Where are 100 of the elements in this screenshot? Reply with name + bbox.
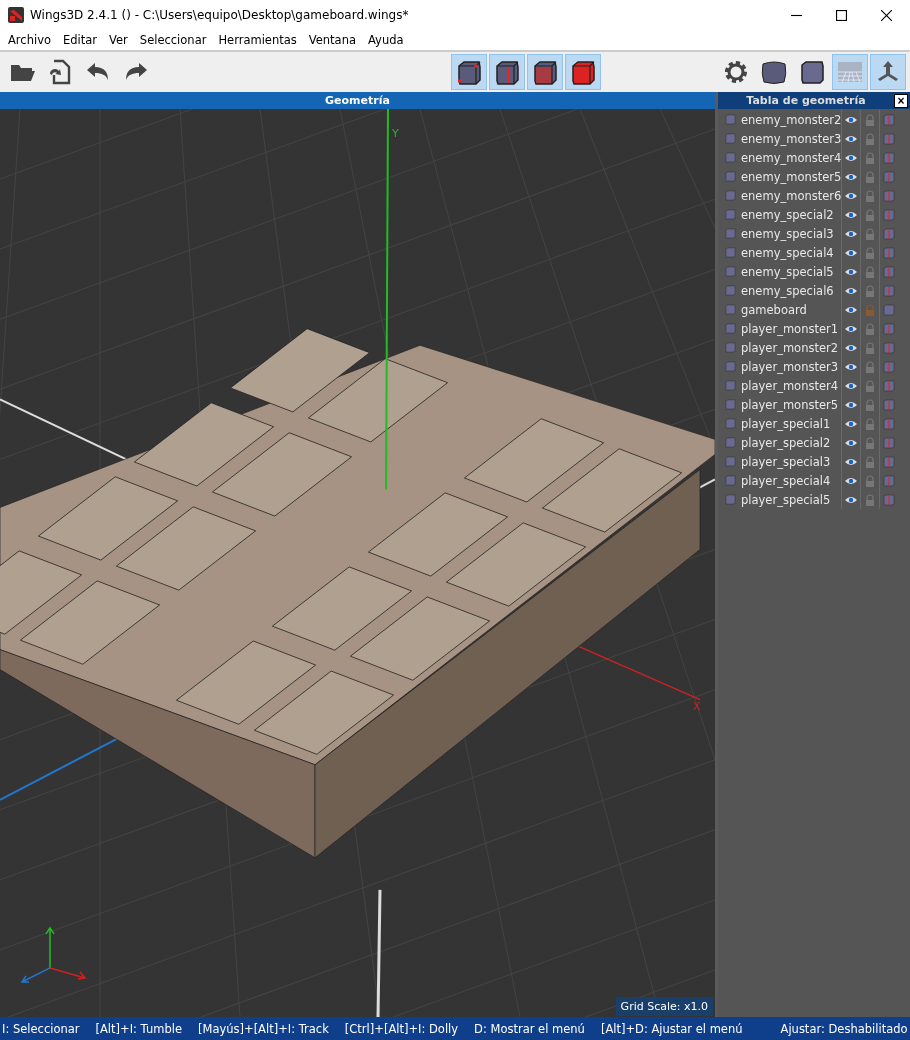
wireframe-cube-icon[interactable] — [883, 341, 895, 354]
object-name[interactable]: enemy_special3 — [741, 226, 841, 241]
object-name[interactable]: enemy_special2 — [741, 207, 841, 222]
object-name[interactable]: player_special3 — [741, 454, 841, 469]
lock-icon[interactable] — [865, 417, 875, 430]
selection-mode-button[interactable] — [489, 54, 525, 90]
object-name[interactable]: player_monster3 — [741, 359, 841, 374]
eye-icon[interactable] — [845, 362, 857, 371]
eye-icon[interactable] — [845, 115, 857, 124]
object-name[interactable]: player_special5 — [741, 492, 841, 507]
object-name[interactable]: player_monster2 — [741, 340, 841, 355]
eye-icon[interactable] — [845, 457, 857, 466]
selection-mode-button[interactable] — [451, 54, 487, 90]
object-name[interactable]: gameboard — [741, 302, 841, 317]
menu-item[interactable]: Ver — [109, 33, 128, 47]
lock-icon[interactable] — [865, 189, 875, 202]
object-name[interactable]: enemy_monster3 — [741, 131, 841, 146]
eye-icon[interactable] — [845, 229, 857, 238]
eye-icon[interactable] — [845, 134, 857, 143]
wireframe-cube-icon[interactable] — [883, 151, 895, 164]
wireframe-cube-icon[interactable] — [883, 417, 895, 430]
eye-icon[interactable] — [845, 210, 857, 219]
view-toggle-button[interactable] — [832, 54, 868, 90]
wireframe-cube-icon[interactable] — [883, 113, 895, 126]
wireframe-cube-icon[interactable] — [883, 284, 895, 297]
eye-icon[interactable] — [845, 343, 857, 352]
lock-icon[interactable] — [865, 379, 875, 392]
eye-icon[interactable] — [845, 400, 857, 409]
lock-icon[interactable] — [865, 284, 875, 297]
wireframe-cube-icon[interactable] — [883, 132, 895, 145]
wireframe-cube-icon[interactable] — [883, 208, 895, 221]
wireframe-cube-icon[interactable] — [883, 322, 895, 335]
eye-icon[interactable] — [845, 153, 857, 162]
eye-icon[interactable] — [845, 438, 857, 447]
lock-icon[interactable] — [865, 455, 875, 468]
eye-icon[interactable] — [845, 191, 857, 200]
object-name[interactable]: player_special1 — [741, 416, 841, 431]
menu-item[interactable]: Ayuda — [368, 33, 404, 47]
wireframe-cube-icon[interactable] — [883, 436, 895, 449]
close-icon[interactable] — [881, 9, 892, 21]
wireframe-cube-icon[interactable] — [883, 303, 895, 316]
lock-icon[interactable] — [865, 436, 875, 449]
lock-icon[interactable] — [865, 227, 875, 240]
menu-item[interactable]: Editar — [63, 33, 98, 47]
lock-icon[interactable] — [865, 493, 875, 506]
lock-icon[interactable] — [865, 151, 875, 164]
view-toggle-button[interactable] — [870, 54, 906, 90]
eye-icon[interactable] — [845, 172, 857, 181]
object-name[interactable]: enemy_special5 — [741, 264, 841, 279]
eye-icon[interactable] — [845, 381, 857, 390]
menu-item[interactable]: Seleccionar — [139, 33, 207, 47]
lock-icon[interactable] — [865, 398, 875, 411]
object-name[interactable]: player_monster1 — [741, 321, 841, 336]
object-name[interactable]: enemy_monster2 — [741, 112, 841, 127]
object-name[interactable]: enemy_monster5 — [741, 169, 841, 184]
object-name[interactable]: player_special4 — [741, 473, 841, 488]
lock-icon[interactable] — [865, 303, 875, 316]
lock-icon[interactable] — [865, 265, 875, 278]
lock-icon[interactable] — [865, 170, 875, 183]
eye-icon[interactable] — [845, 248, 857, 257]
lock-icon[interactable] — [865, 132, 875, 145]
wireframe-cube-icon[interactable] — [883, 379, 895, 392]
lock-icon[interactable] — [865, 360, 875, 373]
object-name[interactable]: enemy_special4 — [741, 245, 841, 260]
lock-icon[interactable] — [865, 474, 875, 487]
menu-item[interactable]: Ventana — [308, 33, 356, 47]
eye-icon[interactable] — [845, 267, 857, 276]
menu-item[interactable]: Archivo — [8, 33, 51, 47]
close-button[interactable]: × — [894, 93, 908, 108]
lock-icon[interactable] — [865, 113, 875, 126]
wireframe-cube-icon[interactable] — [883, 246, 895, 259]
wireframe-cube-icon[interactable] — [883, 227, 895, 240]
menu-item[interactable]: Herramientas — [218, 33, 297, 47]
eye-icon[interactable] — [845, 324, 857, 333]
lock-icon[interactable] — [865, 208, 875, 221]
wireframe-cube-icon[interactable] — [883, 189, 895, 202]
wireframe-cube-icon[interactable] — [883, 360, 895, 373]
wireframe-cube-icon[interactable] — [883, 493, 895, 506]
object-name[interactable]: enemy_special6 — [741, 283, 841, 298]
eye-icon[interactable] — [845, 476, 857, 485]
eye-icon[interactable] — [845, 286, 857, 295]
lock-icon[interactable] — [865, 341, 875, 354]
eye-icon[interactable] — [845, 419, 857, 428]
selection-mode-button[interactable] — [527, 54, 563, 90]
object-name[interactable]: enemy_monster4 — [741, 150, 841, 165]
lock-icon[interactable] — [865, 246, 875, 259]
wireframe-cube-icon[interactable] — [883, 455, 895, 468]
wireframe-cube-icon[interactable] — [883, 265, 895, 278]
object-name[interactable]: player_monster4 — [741, 378, 841, 393]
object-name[interactable]: player_monster5 — [741, 397, 841, 412]
wireframe-cube-icon[interactable] — [883, 170, 895, 183]
selection-mode-button[interactable] — [565, 54, 601, 90]
eye-icon[interactable] — [845, 495, 857, 504]
wireframe-cube-icon[interactable] — [883, 398, 895, 411]
eye-icon[interactable] — [845, 305, 857, 314]
object-name[interactable]: player_special2 — [741, 435, 841, 450]
wireframe-cube-icon[interactable] — [883, 474, 895, 487]
object-name[interactable]: enemy_monster6 — [741, 188, 841, 203]
maximize-icon[interactable] — [836, 9, 847, 21]
lock-icon[interactable] — [865, 322, 875, 335]
